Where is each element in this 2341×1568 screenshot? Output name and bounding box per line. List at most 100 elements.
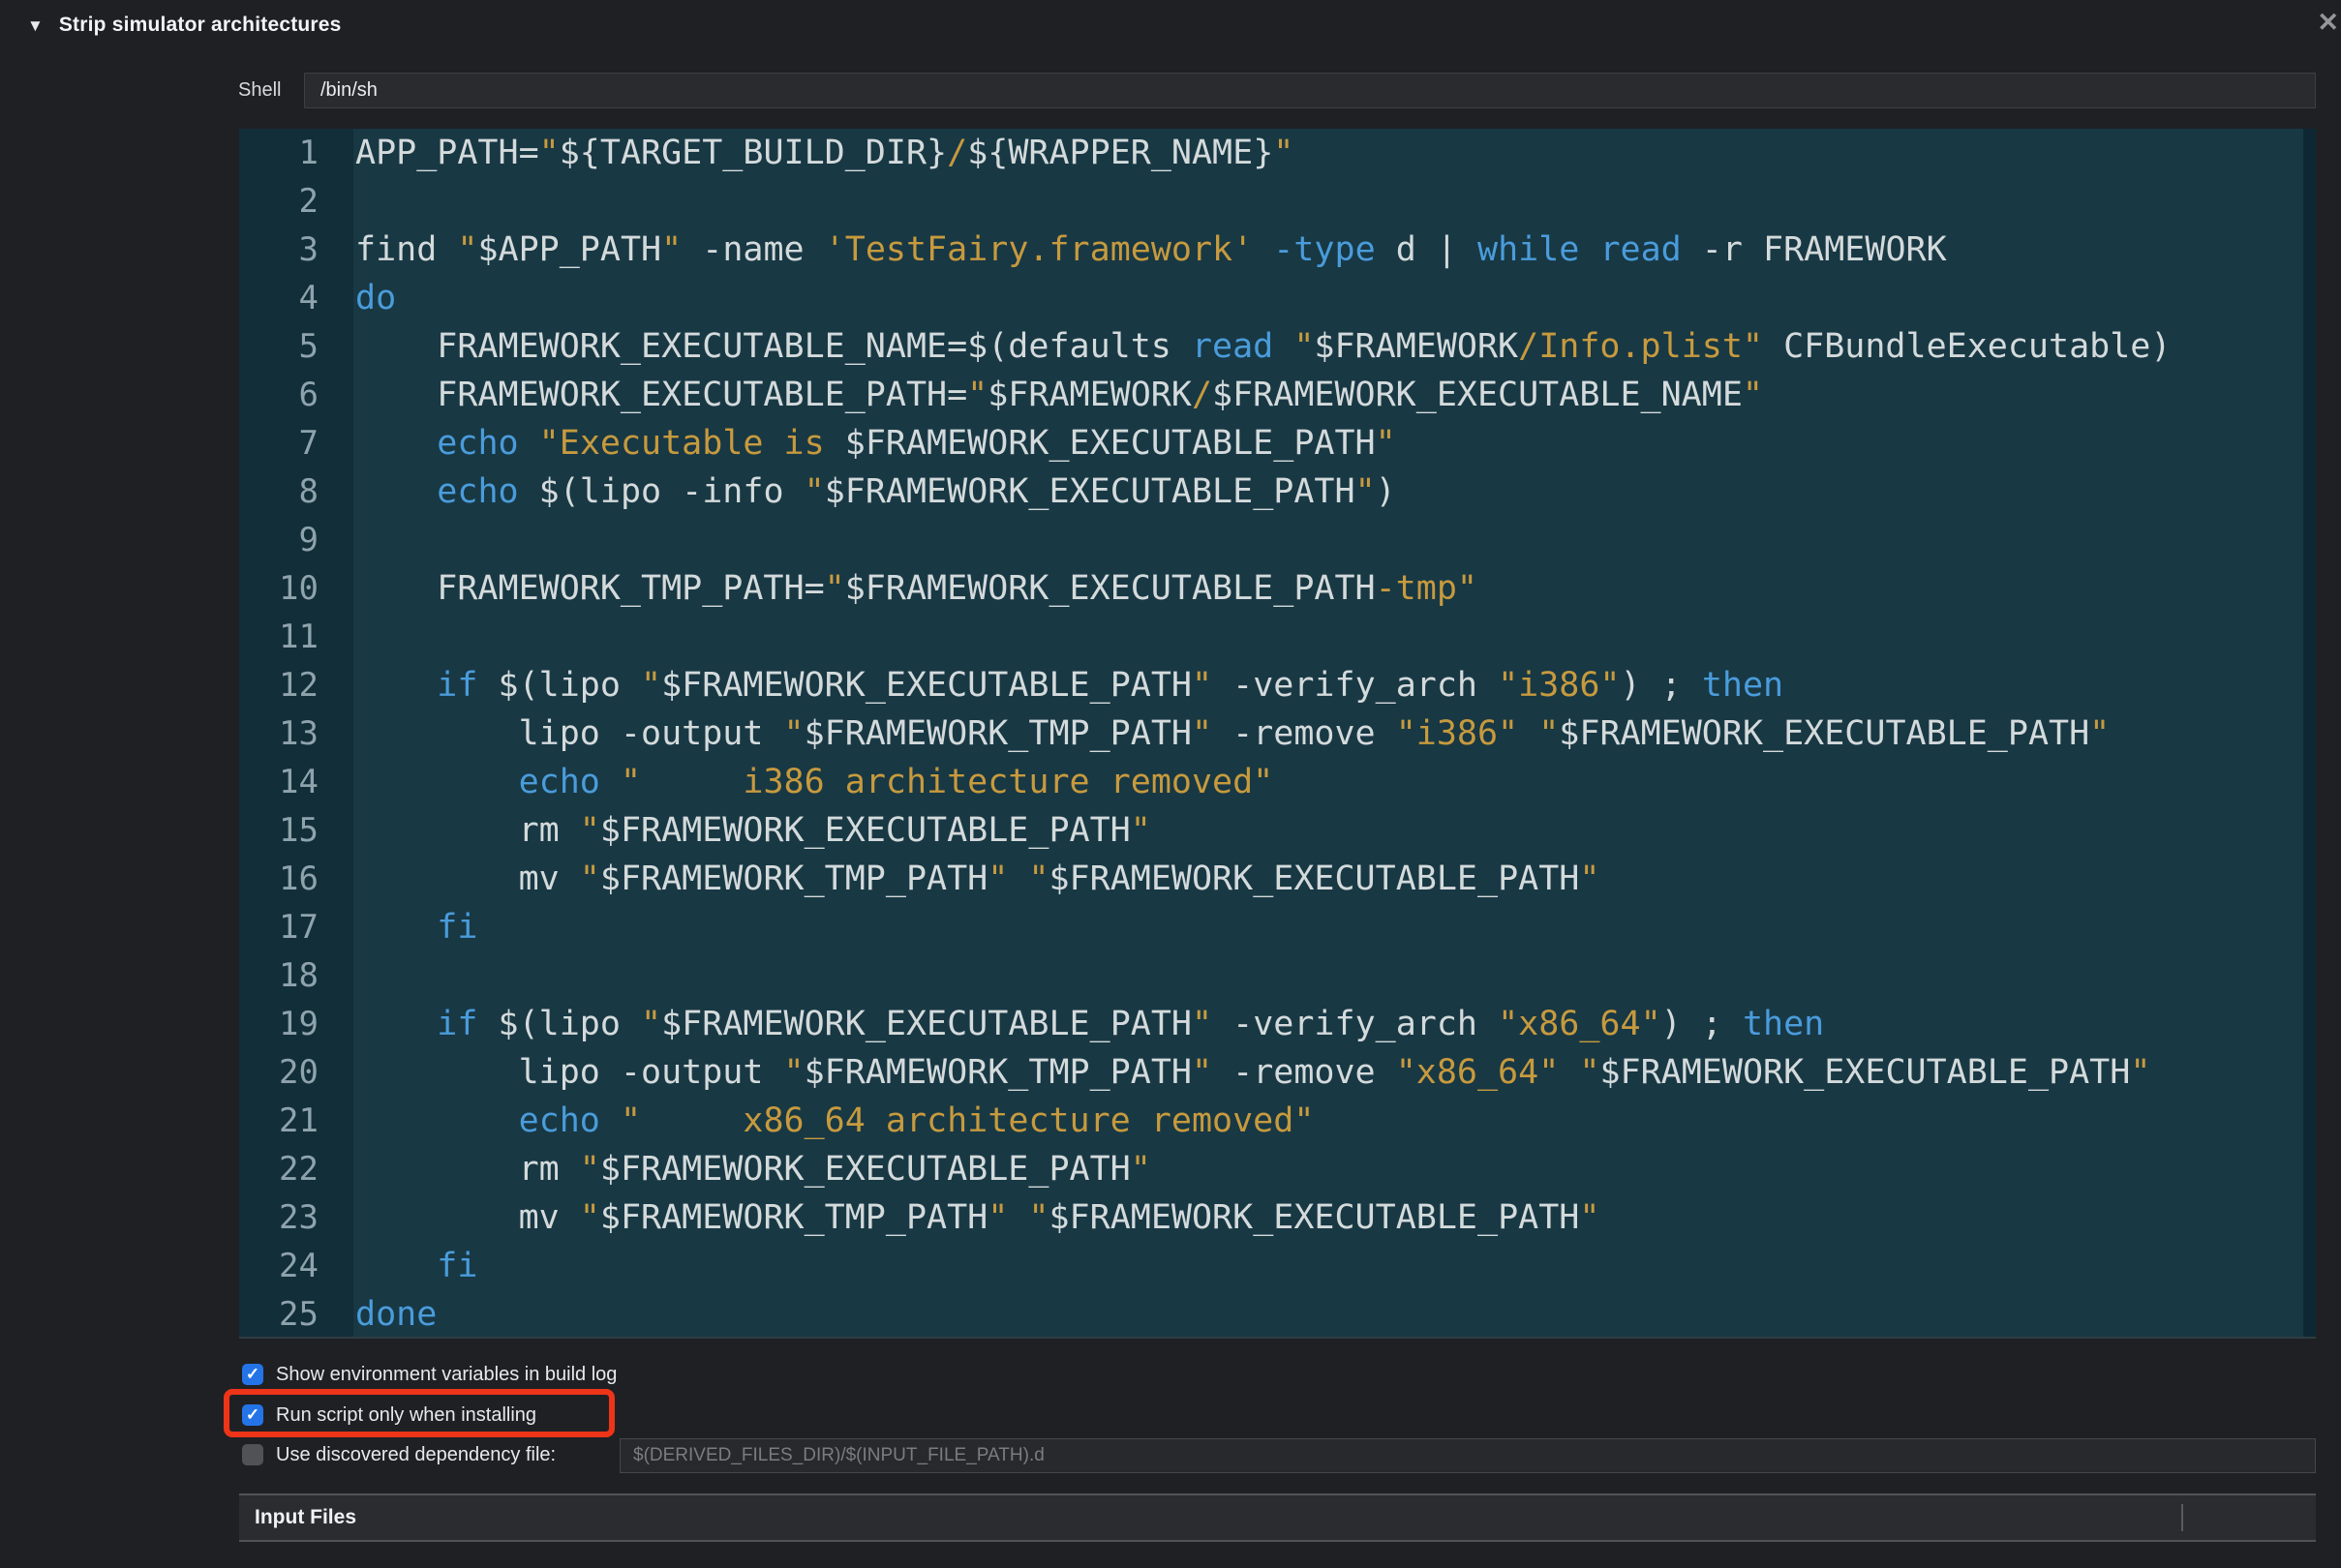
code-line[interactable]: 11	[239, 613, 2303, 661]
run-when-installing-label[interactable]: Run script only when installing	[276, 1404, 536, 1427]
code-segment: " i386 architecture removed"	[620, 763, 1274, 801]
code-segment: while	[1477, 230, 1580, 269]
code-line[interactable]: 17 fi	[239, 903, 2303, 951]
code-segment: echo	[437, 472, 519, 511]
option-dependency-file: ✓ Use discovered dependency file:	[242, 1441, 556, 1468]
code-segment: mv	[355, 1198, 580, 1237]
code-text: done	[353, 1295, 437, 1334]
dependency-file-input[interactable]	[620, 1438, 2316, 1473]
editor-scrollbar[interactable]	[2303, 129, 2316, 1337]
line-number: 10	[279, 569, 319, 608]
code-line[interactable]: 25 done	[239, 1290, 2303, 1337]
code-segment: "	[661, 230, 683, 269]
code-line[interactable]: 8 echo $(lipo -info "$FRAMEWORK_EXECUTAB…	[239, 467, 2303, 516]
disclosure-triangle-icon[interactable]: ▼	[27, 17, 44, 34]
code-text: echo " x86_64 architecture removed"	[353, 1101, 1315, 1140]
code-segment: "	[824, 569, 845, 608]
code-segment: "	[1191, 1053, 1213, 1092]
code-line[interactable]: 23 mv "$FRAMEWORK_TMP_PATH" "$FRAMEWORK_…	[239, 1193, 2303, 1242]
code-line[interactable]: 9	[239, 516, 2303, 564]
code-line[interactable]: 12 if $(lipo "$FRAMEWORK_EXECUTABLE_PATH…	[239, 661, 2303, 709]
dependency-file-checkbox[interactable]: ✓	[242, 1444, 263, 1465]
code-segment: /	[947, 134, 968, 172]
code-segment: -remove	[1212, 1053, 1396, 1092]
line-number: 16	[279, 859, 319, 898]
code-line[interactable]: 14 echo " i386 architecture removed"	[239, 758, 2303, 806]
code-line[interactable]: 5 FRAMEWORK_EXECUTABLE_NAME=$(defaults r…	[239, 322, 2303, 371]
code-segment: "	[1028, 1198, 1049, 1237]
code-segment: find	[355, 230, 458, 269]
code-text: FRAMEWORK_TMP_PATH="$FRAMEWORK_EXECUTABL…	[353, 569, 1477, 608]
code-line[interactable]: 18	[239, 951, 2303, 1000]
code-segment: $FRAMEWORK_EXECUTABLE_PATH	[661, 666, 1192, 705]
code-segment: "	[1375, 424, 1396, 463]
code-segment: -type	[1273, 230, 1376, 269]
run-when-installing-checkbox[interactable]: ✓	[242, 1404, 263, 1426]
code-segment: "	[579, 1198, 600, 1237]
code-segment: "	[538, 134, 560, 172]
line-number: 22	[279, 1150, 319, 1189]
code-line[interactable]: 22 rm "$FRAMEWORK_EXECUTABLE_PATH"	[239, 1145, 2303, 1193]
dependency-file-label[interactable]: Use discovered dependency file:	[276, 1444, 556, 1466]
code-line[interactable]: 3 find "$APP_PATH" -name 'TestFairy.frame…	[239, 226, 2303, 274]
line-number: 3	[298, 230, 319, 269]
code-line[interactable]: 13 lipo -output "$FRAMEWORK_TMP_PATH" -r…	[239, 709, 2303, 758]
code-line[interactable]: 4 do	[239, 274, 2303, 322]
line-number: 21	[279, 1101, 319, 1140]
code-segment: "	[783, 714, 805, 753]
code-line[interactable]: 24 fi	[239, 1242, 2303, 1290]
code-segment: -remove	[1212, 714, 1396, 753]
code-text: mv "$FRAMEWORK_TMP_PATH" "$FRAMEWORK_EXE…	[353, 1198, 1600, 1237]
code-segment: d |	[1375, 230, 1477, 269]
line-number: 15	[279, 811, 319, 850]
code-line[interactable]: 10 FRAMEWORK_TMP_PATH="$FRAMEWORK_EXECUT…	[239, 564, 2303, 613]
line-number: 17	[279, 908, 319, 947]
code-segment: "i386"	[1395, 714, 1519, 753]
code-segment: $FRAMEWORK_EXECUTABLE_PATH	[599, 811, 1131, 850]
code-line[interactable]: 1 APP_PATH="${TARGET_BUILD_DIR}/${WRAPPER…	[239, 129, 2303, 177]
code-line[interactable]: 20 lipo -output "$FRAMEWORK_TMP_PATH" -r…	[239, 1048, 2303, 1097]
line-number: 19	[279, 1005, 319, 1043]
code-text: lipo -output "$FRAMEWORK_TMP_PATH" -remo…	[353, 1053, 2151, 1092]
close-icon[interactable]: ✕	[2317, 10, 2339, 36]
line-number: 4	[298, 279, 319, 317]
code-segment: $FRAMEWORK	[988, 376, 1192, 414]
code-line[interactable]: 6 FRAMEWORK_EXECUTABLE_PATH="$FRAMEWORK/…	[239, 371, 2303, 419]
line-number: 2	[298, 182, 319, 221]
code-line[interactable]: 2	[239, 177, 2303, 226]
code-text: if $(lipo "$FRAMEWORK_EXECUTABLE_PATH" -…	[353, 1005, 1824, 1043]
input-files-title: Input Files	[255, 1506, 356, 1528]
code-segment: then	[1701, 666, 1784, 705]
code-segment: FRAMEWORK_TMP_PATH=	[355, 569, 825, 608]
code-segment: "	[1579, 1053, 1600, 1092]
script-code-editor[interactable]: 1 APP_PATH="${TARGET_BUILD_DIR}/${WRAPPER…	[239, 129, 2316, 1339]
shell-label: Shell	[238, 79, 282, 101]
code-segment: $FRAMEWORK_EXECUTABLE_PATH	[1049, 1198, 1580, 1237]
line-number: 23	[279, 1198, 319, 1237]
show-env-vars-label[interactable]: Show environment variables in build log	[276, 1364, 617, 1386]
show-env-vars-checkbox[interactable]: ✓	[242, 1364, 263, 1385]
script-phase-header: ▼ Strip simulator architectures	[0, 0, 2341, 50]
code-line[interactable]: 16 mv "$FRAMEWORK_TMP_PATH" "$FRAMEWORK_…	[239, 855, 2303, 903]
code-line[interactable]: 15 rm "$FRAMEWORK_EXECUTABLE_PATH"	[239, 806, 2303, 855]
code-line[interactable]: 7 echo "Executable is $FRAMEWORK_EXECUTA…	[239, 419, 2303, 467]
line-number: 1	[298, 134, 319, 172]
code-text: fi	[353, 908, 477, 947]
code-segment: $FRAMEWORK_EXECUTABLE_PATH	[1049, 859, 1580, 898]
code-line[interactable]: 21 echo " x86_64 architecture removed"	[239, 1097, 2303, 1145]
line-number: 20	[279, 1053, 319, 1092]
code-editor-lines[interactable]: 1 APP_PATH="${TARGET_BUILD_DIR}/${WRAPPER…	[239, 129, 2303, 1337]
code-line[interactable]: 19 if $(lipo "$FRAMEWORK_EXECUTABLE_PATH…	[239, 1000, 2303, 1048]
code-segment: read	[1191, 327, 1274, 366]
code-text: FRAMEWORK_EXECUTABLE_NAME=$(defaults rea…	[353, 327, 2171, 366]
code-segment: -verify_arch	[1212, 1005, 1499, 1043]
shell-input[interactable]	[304, 73, 2316, 108]
code-segment: rm	[355, 1150, 580, 1189]
code-text: rm "$FRAMEWORK_EXECUTABLE_PATH"	[353, 811, 1151, 850]
